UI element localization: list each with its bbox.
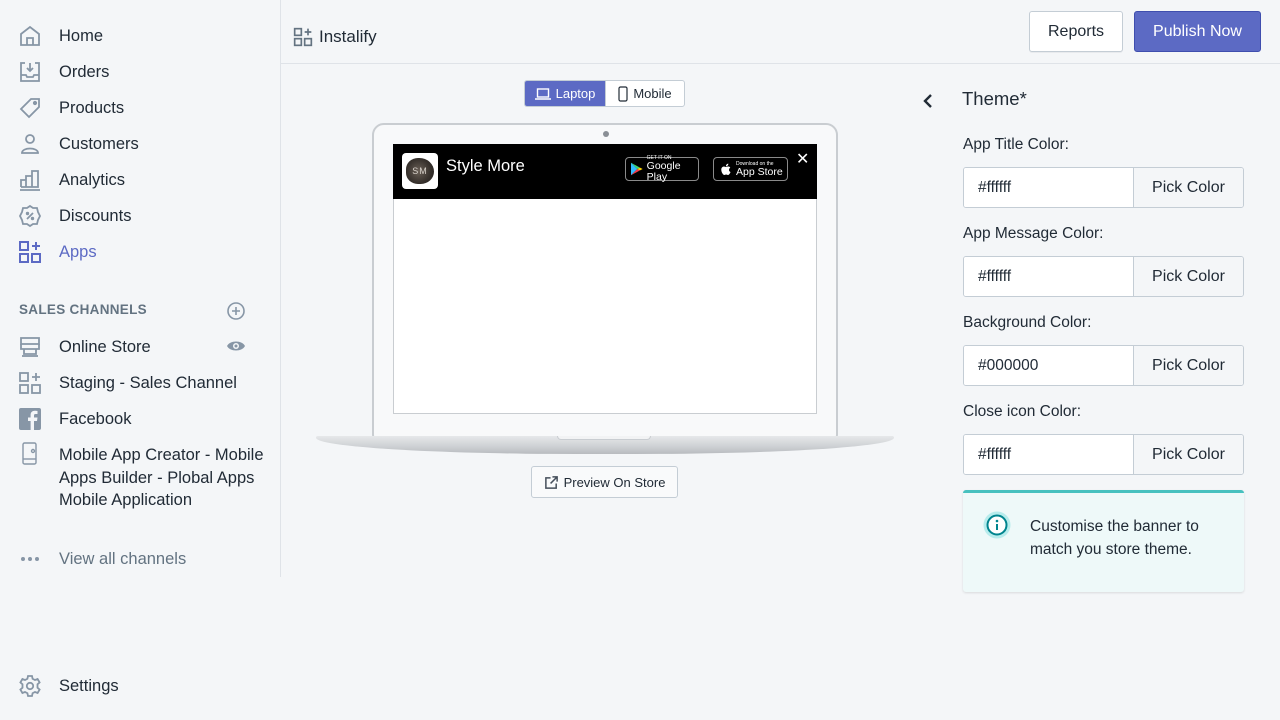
sidebar-item-products[interactable]: Products bbox=[18, 94, 124, 122]
sidebar-item-analytics[interactable]: Analytics bbox=[18, 166, 125, 194]
add-sales-channel-button[interactable] bbox=[226, 301, 246, 321]
external-link-icon bbox=[544, 475, 558, 489]
banner-close-icon[interactable]: ✕ bbox=[796, 149, 809, 169]
person-icon bbox=[18, 132, 42, 156]
google-play-icon bbox=[631, 162, 643, 176]
app-message-pick-color-button[interactable]: Pick Color bbox=[1133, 257, 1243, 296]
preview-on-store-label: Preview On Store bbox=[563, 474, 666, 490]
sidebar-item-label: Facebook bbox=[59, 409, 132, 428]
sidebar-item-label: Discounts bbox=[59, 206, 132, 225]
sidebar-item-settings[interactable]: Settings bbox=[18, 672, 119, 700]
apps-icon bbox=[18, 371, 42, 395]
close-icon-pick-color-button[interactable]: Pick Color bbox=[1133, 435, 1243, 474]
smart-app-banner-preview: SM Style More GET IT ON Google Play Down… bbox=[393, 144, 817, 199]
laptop-tab-label: Laptop bbox=[555, 86, 596, 101]
bar-chart-icon bbox=[18, 168, 42, 192]
background-color-field: Pick Color bbox=[963, 345, 1244, 386]
mobile-tab[interactable]: Mobile bbox=[604, 81, 684, 106]
view-all-channels-link[interactable]: View all channels bbox=[18, 545, 186, 573]
sidebar-item-label: View all channels bbox=[59, 549, 187, 568]
app-title-pick-color-button[interactable]: Pick Color bbox=[1133, 168, 1243, 207]
mobile-icon bbox=[618, 85, 628, 102]
sales-channels-heading: SALES CHANNELS bbox=[19, 302, 147, 317]
sidebar-item-label: Settings bbox=[59, 676, 119, 695]
more-dots-icon bbox=[18, 547, 42, 571]
banner-app-title: Style More bbox=[446, 157, 525, 175]
eye-icon bbox=[227, 341, 245, 351]
mobile-tab-label: Mobile bbox=[633, 86, 672, 101]
background-pick-color-button[interactable]: Pick Color bbox=[1133, 346, 1243, 385]
info-message: Customise the banner to match you store … bbox=[1030, 518, 1199, 558]
sidebar-item-label: Online Store bbox=[59, 337, 151, 356]
sidebar-item-mobile-app-creator[interactable] bbox=[18, 441, 42, 531]
app-message-color-label: App Message Color: bbox=[963, 225, 1104, 242]
laptop-icon bbox=[534, 87, 551, 100]
sidebar-item-online-store[interactable]: Online Store bbox=[18, 333, 151, 361]
close-icon-color-label: Close icon Color: bbox=[963, 403, 1082, 420]
background-color-label: Background Color: bbox=[963, 314, 1092, 331]
sidebar-item-home[interactable]: Home bbox=[18, 22, 103, 50]
sidebar-item-label: Home bbox=[59, 26, 104, 45]
facebook-icon bbox=[18, 407, 42, 431]
device-toggle: Laptop Mobile bbox=[524, 80, 685, 107]
apple-icon bbox=[721, 163, 731, 175]
sidebar-item-label: Staging - Sales Channel bbox=[59, 373, 237, 392]
apps-icon bbox=[18, 240, 42, 264]
view-online-store-button[interactable] bbox=[226, 338, 246, 356]
sidebar: Home Orders Products Customers Analytics… bbox=[0, 0, 281, 720]
info-icon bbox=[983, 511, 1011, 539]
app-title-color-input[interactable] bbox=[964, 168, 1133, 207]
back-button[interactable] bbox=[919, 90, 939, 112]
sidebar-item-label: Orders bbox=[59, 62, 110, 81]
app-message-color-input[interactable] bbox=[964, 257, 1133, 296]
close-icon-color-input[interactable] bbox=[964, 435, 1133, 474]
discount-icon bbox=[18, 204, 42, 228]
mobile-icon bbox=[18, 441, 42, 465]
sidebar-item-facebook[interactable]: Facebook bbox=[18, 405, 131, 433]
background-color-input[interactable] bbox=[964, 346, 1133, 385]
publish-now-button[interactable]: Publish Now bbox=[1134, 11, 1261, 52]
apps-icon bbox=[293, 27, 313, 47]
app-title-color-label: App Title Color: bbox=[963, 136, 1069, 153]
sidebar-item-label: Customers bbox=[59, 134, 139, 153]
sidebar-divider bbox=[280, 0, 281, 577]
laptop-notch bbox=[557, 436, 651, 440]
preview-on-store-button[interactable]: Preview On Store bbox=[531, 466, 678, 498]
home-icon bbox=[18, 24, 42, 48]
sidebar-item-customers[interactable]: Customers bbox=[18, 130, 139, 158]
sidebar-item-label: Mobile App Creator - Mobile Apps Builder… bbox=[59, 446, 264, 509]
sidebar-item-label: Analytics bbox=[59, 170, 126, 189]
top-bar: Instalify Reports Publish Now bbox=[281, 0, 1280, 64]
gear-icon bbox=[18, 674, 42, 698]
app-title: Instalify bbox=[293, 27, 377, 47]
app-title-color-field: Pick Color bbox=[963, 167, 1244, 208]
app-icon: SM bbox=[402, 153, 438, 189]
sidebar-item-orders[interactable]: Orders bbox=[18, 58, 109, 86]
google-play-badge[interactable]: GET IT ON Google Play bbox=[625, 155, 699, 183]
store-icon bbox=[18, 335, 42, 359]
sidebar-item-label: Products bbox=[59, 98, 125, 117]
close-icon-color-field: Pick Color bbox=[963, 434, 1244, 475]
laptop-camera bbox=[603, 131, 609, 137]
plus-circle-icon bbox=[227, 302, 245, 320]
theme-heading: Theme* bbox=[962, 88, 1027, 109]
orders-icon bbox=[18, 60, 42, 84]
app-name: Instalify bbox=[319, 27, 377, 46]
info-banner: Customise the banner to match you store … bbox=[963, 490, 1244, 592]
sidebar-item-label: Apps bbox=[59, 242, 97, 261]
sidebar-item-discounts[interactable]: Discounts bbox=[18, 202, 131, 230]
reports-button[interactable]: Reports bbox=[1029, 11, 1123, 52]
app-store-badge[interactable]: Download on the App Store bbox=[713, 157, 788, 181]
sidebar-item-staging[interactable]: Staging - Sales Channel bbox=[18, 369, 237, 397]
sidebar-item-apps[interactable]: Apps bbox=[18, 238, 97, 266]
chevron-left-icon bbox=[923, 94, 932, 108]
tag-icon bbox=[18, 96, 42, 120]
app-message-color-field: Pick Color bbox=[963, 256, 1244, 297]
laptop-tab[interactable]: Laptop bbox=[525, 81, 605, 106]
